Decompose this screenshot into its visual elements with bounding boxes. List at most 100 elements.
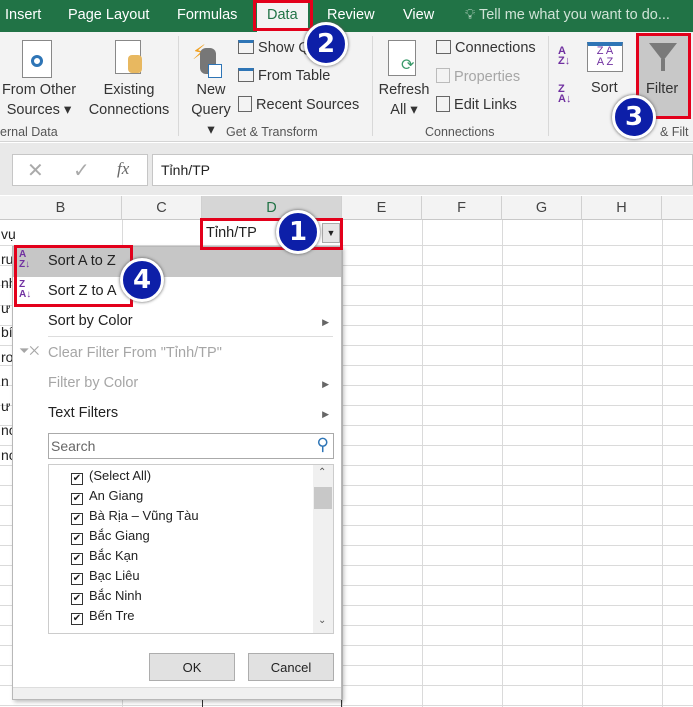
- column-header-d[interactable]: D: [202, 196, 342, 220]
- recent-sources-button[interactable]: Recent Sources: [238, 96, 359, 113]
- group-label-get-transform: Get & Transform: [226, 125, 318, 139]
- cancel-icon[interactable]: ✕: [27, 158, 44, 183]
- from-table-button[interactable]: From Table: [238, 68, 330, 84]
- grid-line: [0, 705, 693, 706]
- text-filters-label: Text Filters: [48, 405, 119, 421]
- cell-b-partial[interactable]: ư: [1, 300, 10, 316]
- search-icon: ⚲: [316, 435, 329, 454]
- filter-list-item[interactable]: ✔ Bến Tre: [71, 608, 135, 628]
- tab-insert[interactable]: Insert: [5, 7, 41, 23]
- search-input[interactable]: Search ⚲: [48, 433, 334, 459]
- enter-icon[interactable]: ✓: [73, 158, 90, 183]
- from-other-sources-button[interactable]: From Other Sources ▾: [0, 80, 78, 120]
- checkbox-icon[interactable]: ✔: [71, 473, 83, 485]
- column-headers: B C D E F G H: [0, 196, 693, 220]
- show-queries-button[interactable]: Show Q: [238, 40, 310, 56]
- insert-function-icon[interactable]: fx: [117, 159, 129, 179]
- search-placeholder: Search: [51, 438, 96, 454]
- table-icon: [238, 40, 254, 54]
- column-header-e[interactable]: E: [342, 196, 422, 220]
- sort-ascending-icon[interactable]: A Z↓: [558, 46, 570, 67]
- sort-icon: Z AA Z: [587, 42, 623, 72]
- cancel-button[interactable]: Cancel: [248, 653, 334, 681]
- step-badge-4: 4: [120, 258, 164, 302]
- scroll-up-icon[interactable]: ⌃: [318, 467, 326, 478]
- filter-list-item[interactable]: ✔ Bạc Liêu: [71, 568, 140, 588]
- cell-b-partial[interactable]: n: [1, 373, 9, 389]
- filter-list-item[interactable]: ✔ Bắc Kạn: [71, 548, 138, 568]
- step-badge-1: 1: [276, 210, 320, 254]
- filter-list-item[interactable]: ✔ Bắc Ninh: [71, 588, 142, 608]
- sort-button[interactable]: Sort: [591, 80, 618, 96]
- group-divider: [178, 36, 179, 136]
- formula-buttons: ✕ ✓ fx: [12, 154, 148, 186]
- checkbox-icon[interactable]: ✔: [71, 513, 83, 525]
- sort-by-color-label: Sort by Color: [48, 313, 133, 329]
- connections-button[interactable]: Connections: [436, 40, 536, 56]
- checkbox-icon[interactable]: ✔: [71, 493, 83, 505]
- tell-me-box[interactable]: 💡︎ Tell me what you want to do...: [465, 7, 670, 23]
- column-header-c[interactable]: C: [122, 196, 202, 220]
- filter-by-color-label: Filter by Color: [48, 375, 139, 391]
- filter-list-item-label: Bà Rịa – Vũng Tàu: [89, 508, 199, 523]
- column-header-h[interactable]: H: [582, 196, 662, 220]
- checkbox-icon[interactable]: ✔: [71, 593, 83, 605]
- sort-descending-icon[interactable]: Z A↓: [558, 84, 571, 105]
- edit-links-icon: [436, 96, 450, 112]
- cell-b-partial[interactable]: ư: [1, 398, 10, 414]
- clear-filter-label: Clear Filter From "Tỉnh/TP": [48, 345, 222, 361]
- filter-list-item-label: Bắc Ninh: [89, 588, 142, 603]
- scroll-thumb[interactable]: [314, 487, 332, 509]
- checkbox-icon[interactable]: ✔: [71, 553, 83, 565]
- column-header-f[interactable]: F: [422, 196, 502, 220]
- properties-icon: [436, 68, 450, 83]
- checkbox-icon[interactable]: ✔: [71, 533, 83, 545]
- refresh-all-icon: ⟳: [388, 40, 416, 76]
- refresh-all-button[interactable]: Refresh All ▾: [376, 80, 432, 120]
- checkbox-icon[interactable]: ✔: [71, 573, 83, 585]
- tab-view[interactable]: View: [403, 7, 434, 23]
- cell-b-partial[interactable]: bí: [1, 324, 13, 340]
- scroll-down-icon[interactable]: ⌄: [318, 615, 326, 626]
- tab-page-layout[interactable]: Page Layout: [68, 7, 149, 23]
- filter-list-item-label: Bắc Kạn: [89, 548, 139, 563]
- column-header-g[interactable]: G: [502, 196, 582, 220]
- grid-line: [502, 220, 503, 707]
- new-query-icon: ⚡︎: [192, 40, 222, 80]
- tab-formulas[interactable]: Formulas: [177, 7, 237, 23]
- filter-list-item-label: An Giang: [89, 488, 144, 503]
- step-badge-2: 2: [304, 22, 348, 66]
- resize-grip[interactable]: [13, 687, 341, 699]
- menu-item-sort-by-color[interactable]: Sort by Color ▶: [13, 307, 341, 337]
- filter-list-item[interactable]: ✔ (Select All): [71, 468, 151, 488]
- column-header-b[interactable]: B: [0, 196, 122, 220]
- filter-list-item[interactable]: ✔ Bà Rịa – Vũng Tàu: [71, 508, 199, 528]
- ok-button[interactable]: OK: [149, 653, 235, 681]
- filter-dropdown-menu: A Z↓ Sort A to Z Z A↓ Sort Z to A Sort by …: [12, 246, 342, 700]
- recent-sources-icon: [238, 96, 252, 112]
- checkbox-icon[interactable]: ✔: [71, 613, 83, 625]
- group-label-connections: Connections: [425, 125, 495, 139]
- grid-line: [342, 220, 343, 707]
- menu-item-filter-by-color[interactable]: Filter by Color ▶: [13, 369, 341, 399]
- menu-item-clear-filter[interactable]: ⏷✕ Clear Filter From "Tỉnh/TP": [13, 339, 341, 369]
- tab-review[interactable]: Review: [327, 7, 375, 23]
- filter-list-item[interactable]: ✔ An Giang: [71, 488, 143, 508]
- ribbon-tab-bar: Insert Page Layout Formulas Data Review …: [0, 0, 693, 32]
- filter-list-item[interactable]: ✔ Bắc Giang: [71, 528, 150, 548]
- menu-item-text-filters[interactable]: Text Filters ▶: [13, 399, 341, 429]
- list-scrollbar[interactable]: ⌃ ⌄: [313, 465, 333, 633]
- filter-list-item-label: (Select All): [89, 468, 152, 483]
- properties-button[interactable]: Properties: [436, 68, 520, 85]
- group-label-sort-filter: & Filt: [660, 125, 689, 139]
- formula-input[interactable]: Tỉnh/TP: [152, 154, 693, 186]
- existing-connections-button[interactable]: Existing Connections: [85, 80, 173, 120]
- filter-value-list: ✔ (Select All) ✔ An Giang ✔ Bà Rịa – Vũng Tàu…: [48, 464, 334, 634]
- existing-connections-icon: [115, 40, 142, 74]
- submenu-arrow-icon: ▶: [322, 409, 329, 419]
- grid-line: [422, 220, 423, 707]
- edit-links-button[interactable]: Edit Links: [436, 96, 517, 113]
- filter-list-item-label: Bến Tre: [89, 608, 135, 623]
- filter-list-item-label: Bạc Liêu: [89, 568, 140, 583]
- cell-b-partial[interactable]: vụ: [1, 226, 16, 242]
